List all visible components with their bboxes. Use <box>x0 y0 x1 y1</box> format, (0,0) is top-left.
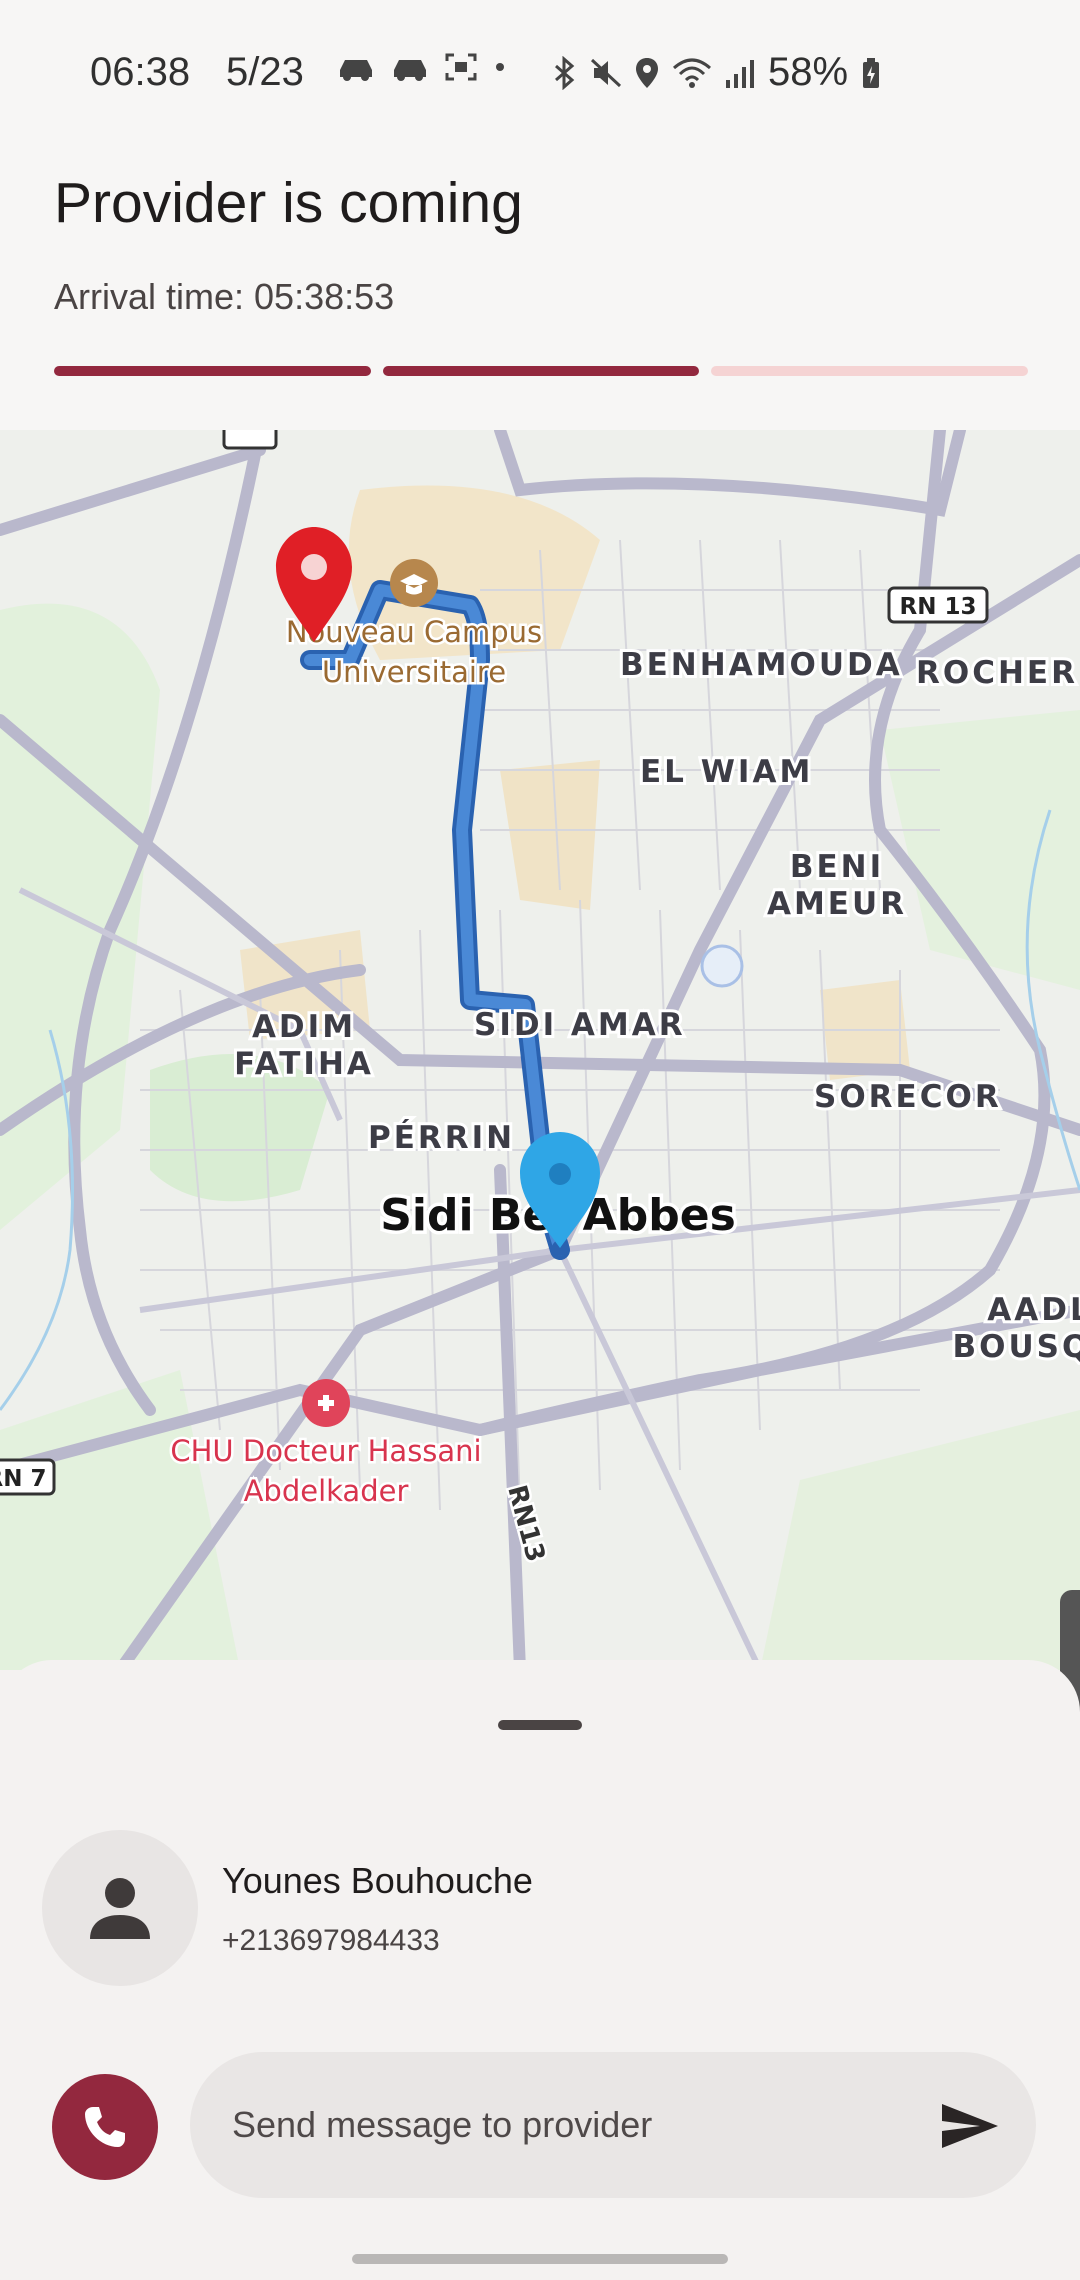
progress-steps <box>54 366 1029 376</box>
svg-text:RN 7: RN 7 <box>0 1466 46 1492</box>
arrival-time: Arrival time: 05:38:53 <box>54 276 395 317</box>
avatar <box>42 1830 198 1986</box>
provider-phone: +213697984433 <box>222 1924 440 1957</box>
gesture-nav-bar[interactable] <box>352 2254 728 2264</box>
car-icon <box>394 60 426 81</box>
status-time: 06:38 <box>90 50 191 94</box>
message-field[interactable] <box>190 2052 1036 2198</box>
mute-icon <box>590 58 622 87</box>
location-icon <box>636 57 658 88</box>
map-label-rocher: ROCHER <box>916 655 1078 691</box>
progress-step-3 <box>711 366 1029 376</box>
phone-icon <box>85 2107 125 2147</box>
status-header: Provider is coming Arrival time: 05:38:5… <box>0 150 1080 430</box>
map-canvas[interactable]: BENHAMOUDA ROCHER EL WIAM SIDI AMAR SORE… <box>0 430 1080 1670</box>
sheet-drag-handle[interactable] <box>498 1720 582 1730</box>
battery-icon <box>863 57 880 88</box>
road-shield-rn7: RN 7 <box>0 1458 56 1496</box>
send-button[interactable] <box>938 2094 1002 2158</box>
provider-name: Younes Bouhouche <box>222 1860 533 1901</box>
send-icon <box>942 2104 998 2148</box>
dot-icon <box>496 63 504 71</box>
progress-step-1 <box>54 366 371 376</box>
bluetooth-icon <box>555 55 575 90</box>
map-label-sidi-amar: SIDI AMAR <box>474 1007 686 1043</box>
message-input[interactable] <box>230 2096 894 2154</box>
status-date: 5/23 <box>226 50 304 94</box>
person-icon <box>90 1878 150 1939</box>
battery-percent: 58% <box>768 50 849 94</box>
notification-icons <box>336 52 508 82</box>
map-label-benhamouda: BENHAMOUDA <box>620 647 903 683</box>
wifi-icon <box>673 58 711 88</box>
map-label-sorecor: SORECOR <box>814 1079 1002 1115</box>
screenshot-icon <box>445 53 477 81</box>
system-icons: 58% <box>552 50 882 95</box>
car-icon <box>340 60 372 81</box>
page-title: Provider is coming <box>54 171 523 235</box>
status-bar: 06:38 5/23 58% <box>0 0 1080 150</box>
map-label-el-wiam: EL WIAM <box>640 754 813 790</box>
call-button[interactable] <box>52 2074 158 2180</box>
svg-text:RN 13: RN 13 <box>900 594 977 620</box>
signal-icon <box>726 59 754 88</box>
map-label-adim-fatiha: ADIM FATIHA <box>234 1009 374 1082</box>
progress-step-2 <box>382 366 700 376</box>
map-label-perrin: PÉRRIN <box>368 1120 515 1156</box>
provider-bottom-sheet: Younes Bouhouche +213697984433 <box>0 1660 1080 2280</box>
map-view[interactable]: BENHAMOUDA ROCHER EL WIAM SIDI AMAR SORE… <box>0 430 1080 1670</box>
road-shield-rn13: RN 13 <box>887 586 989 624</box>
